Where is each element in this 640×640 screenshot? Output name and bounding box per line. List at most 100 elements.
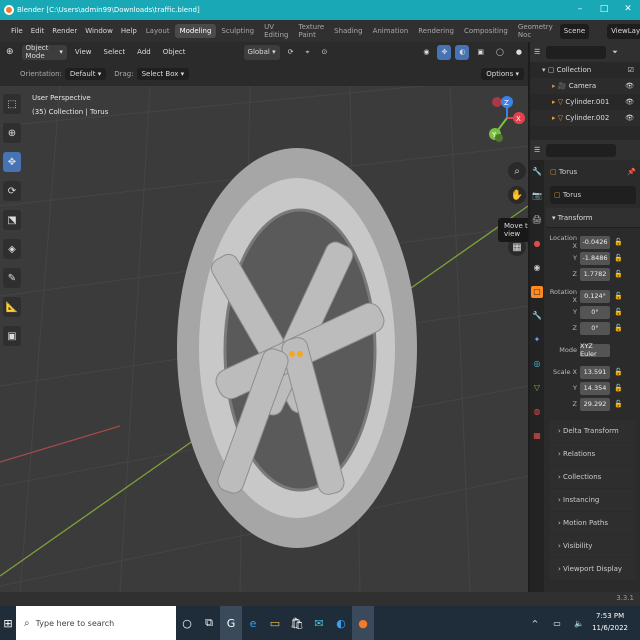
- data-tab-icon[interactable]: ▽: [531, 382, 543, 394]
- menu-file[interactable]: File: [7, 27, 27, 35]
- scale-tool-icon[interactable]: ⬔: [3, 210, 21, 230]
- menu-render[interactable]: Render: [48, 27, 81, 35]
- eye-icon[interactable]: 👁: [625, 114, 634, 122]
- tab-texture-paint[interactable]: Texture Paint: [294, 20, 330, 42]
- menu-object[interactable]: Object: [159, 45, 190, 60]
- relations-panel[interactable]: › Relations: [550, 443, 636, 465]
- particles-tab-icon[interactable]: ✦: [531, 334, 543, 346]
- outliner-editor-icon[interactable]: ☰: [534, 48, 540, 56]
- edge-icon[interactable]: e: [242, 606, 264, 640]
- properties-editor-icon[interactable]: ☰: [534, 146, 540, 154]
- editor-type-icon[interactable]: ⊕: [2, 45, 18, 60]
- pivot-icon[interactable]: ⟳: [284, 45, 298, 60]
- menu-window[interactable]: Window: [81, 27, 117, 35]
- maximize-button[interactable]: □: [592, 0, 616, 20]
- view-layer-selector[interactable]: ViewLayer: [607, 23, 640, 39]
- texture-tab-icon[interactable]: ▦: [531, 430, 543, 442]
- shading-solid-icon[interactable]: ●: [512, 45, 526, 60]
- location-y-field[interactable]: -1.8486: [580, 251, 610, 265]
- gizmo-toggle-icon[interactable]: ✥: [437, 44, 452, 60]
- tab-compositing[interactable]: Compositing: [459, 24, 513, 38]
- outliner-item-camera[interactable]: ▸ 🎥 Camera 👁: [530, 78, 640, 94]
- cursor-tool-icon[interactable]: ⊕: [3, 123, 21, 143]
- transform-tool-icon[interactable]: ◈: [3, 239, 21, 259]
- menu-edit[interactable]: Edit: [27, 27, 49, 35]
- shading-wire-icon[interactable]: ◯: [492, 45, 508, 60]
- tray-chevron-icon[interactable]: ^: [524, 606, 546, 640]
- lock-icon[interactable]: 🔓: [614, 292, 623, 300]
- volume-icon[interactable]: 🔈: [568, 606, 590, 640]
- windows-start-icon[interactable]: ⊞: [0, 606, 16, 640]
- orientation-dropdown[interactable]: Default ▾: [64, 68, 107, 80]
- tab-rendering[interactable]: Rendering: [413, 24, 459, 38]
- select-tool-icon[interactable]: ⬚: [3, 94, 21, 114]
- rotation-mode-dropdown[interactable]: XYZ Euler: [580, 342, 610, 358]
- scene-tab-icon[interactable]: ●: [531, 238, 543, 250]
- world-tab-icon[interactable]: ◉: [531, 262, 543, 274]
- outliner-item-cylinder-001[interactable]: ▸ ▽ Cylinder.001 👁: [530, 94, 640, 110]
- edge-alt-icon[interactable]: ◐: [330, 606, 352, 640]
- tab-uv-editing[interactable]: UV Editing: [259, 20, 293, 42]
- network-icon[interactable]: ▭: [546, 606, 568, 640]
- eye-icon[interactable]: 👁: [625, 98, 634, 106]
- tab-sculpting[interactable]: Sculpting: [216, 24, 259, 38]
- location-z-field[interactable]: 1.7782: [580, 267, 610, 281]
- tool-tab-icon[interactable]: 🔧: [531, 166, 543, 178]
- cortana-icon[interactable]: ○: [176, 606, 198, 640]
- scale-x-field[interactable]: 13.591: [580, 365, 610, 379]
- xray-icon[interactable]: ▣: [473, 45, 488, 60]
- lock-icon[interactable]: 🔓: [614, 254, 623, 262]
- output-tab-icon[interactable]: 🖨: [531, 214, 543, 226]
- delta-transform-panel[interactable]: › Delta Transform: [550, 420, 636, 442]
- rotation-z-field[interactable]: 0°: [580, 321, 610, 335]
- instancing-panel[interactable]: › Instancing: [550, 489, 636, 511]
- outliner-search-input[interactable]: [546, 45, 607, 59]
- move-tool-icon[interactable]: ✥: [3, 152, 21, 172]
- chrome-icon[interactable]: G: [220, 606, 242, 640]
- overlay-toggle-icon[interactable]: ◐: [455, 44, 470, 60]
- tab-modeling[interactable]: Modeling: [174, 24, 217, 38]
- scale-z-field[interactable]: 29.292: [580, 397, 610, 411]
- eye-icon[interactable]: 👁: [625, 82, 634, 90]
- transform-panel-header[interactable]: ▾ Transform: [546, 208, 640, 228]
- annotate-tool-icon[interactable]: ✎: [3, 268, 21, 288]
- menu-help[interactable]: Help: [117, 27, 141, 35]
- rotation-x-field[interactable]: 0.124°: [580, 289, 610, 303]
- store-icon[interactable]: 🛍: [286, 606, 308, 640]
- physics-tab-icon[interactable]: ◎: [531, 358, 543, 370]
- render-tab-icon[interactable]: 📷: [531, 190, 543, 202]
- mail-icon[interactable]: ✉: [308, 606, 330, 640]
- modifier-tab-icon[interactable]: 🔧: [531, 310, 543, 322]
- properties-search-input[interactable]: [546, 143, 617, 157]
- menu-add[interactable]: Add: [133, 45, 155, 60]
- options-button[interactable]: Options ▾: [481, 68, 524, 80]
- lock-icon[interactable]: 🔓: [614, 400, 623, 408]
- 3d-viewport[interactable]: X Y Z ⬚ ⊕ ✥ ⟳ ⬔ ◈ ✎ 📐 ▣ User Perspective…: [0, 86, 528, 592]
- tab-animation[interactable]: Animation: [368, 24, 414, 38]
- checkbox-icon[interactable]: ☑: [628, 66, 634, 74]
- snap-icon[interactable]: ⌖: [302, 45, 314, 60]
- lock-icon[interactable]: 🔓: [614, 308, 623, 316]
- viewport-display-panel[interactable]: › Viewport Display: [550, 558, 636, 580]
- mode-dropdown[interactable]: Object Mode ▾: [21, 44, 67, 60]
- pan-hand-icon[interactable]: ✋: [508, 186, 526, 204]
- blender-taskbar-icon[interactable]: ●: [352, 606, 374, 640]
- transform-orientation-dropdown[interactable]: Global ▾: [243, 44, 280, 60]
- lock-icon[interactable]: 🔓: [614, 238, 623, 246]
- tab-geometry-nodes[interactable]: Geometry Noc: [513, 20, 558, 42]
- lock-icon[interactable]: 🔓: [614, 270, 623, 278]
- material-tab-icon[interactable]: ◍: [531, 406, 543, 418]
- tab-layout[interactable]: Layout: [141, 24, 175, 38]
- tab-shading[interactable]: Shading: [329, 24, 367, 38]
- rotate-tool-icon[interactable]: ⟳: [3, 181, 21, 201]
- object-tab-icon[interactable]: ▢: [531, 286, 543, 298]
- scale-y-field[interactable]: 14.354: [580, 381, 610, 395]
- visibility-icon[interactable]: ◉: [419, 45, 433, 60]
- zoom-icon[interactable]: ⌕: [508, 162, 526, 180]
- object-name-field[interactable]: ▢ Torus: [550, 186, 636, 204]
- scene-selector[interactable]: Scene: [559, 23, 590, 39]
- outliner-item-collection[interactable]: ▾ ▢ Collection ☑: [530, 62, 640, 78]
- drag-dropdown[interactable]: Select Box ▾: [136, 68, 190, 80]
- filter-icon[interactable]: ⏷: [612, 48, 618, 57]
- taskbar-clock[interactable]: 7:53 PM 11/6/2022: [592, 610, 628, 634]
